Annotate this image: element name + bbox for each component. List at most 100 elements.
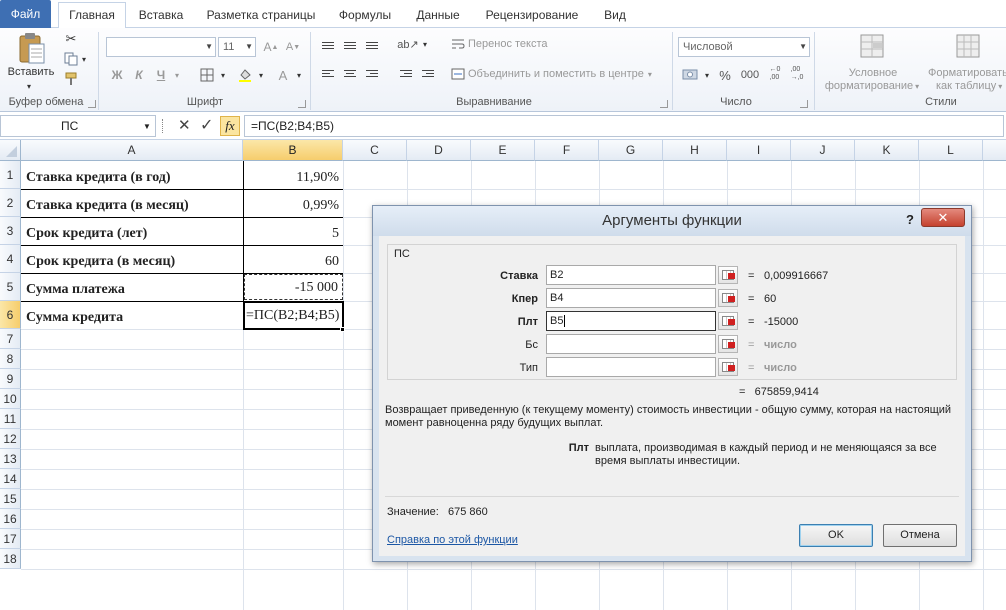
- row-header-4[interactable]: 4: [0, 245, 21, 273]
- dialog-help-button[interactable]: ?: [901, 210, 919, 230]
- row-header-10[interactable]: 10: [0, 389, 21, 409]
- row-header-7[interactable]: 7: [0, 329, 21, 349]
- align-middle-icon[interactable]: [342, 38, 358, 52]
- enter-entry-icon[interactable]: ✓: [200, 115, 213, 135]
- shrink-font-icon[interactable]: A ▼: [284, 38, 302, 56]
- tab-data[interactable]: Данные: [405, 4, 471, 28]
- row-header-18[interactable]: 18: [0, 549, 21, 569]
- column-header-k[interactable]: K: [855, 140, 919, 161]
- collapse-dialog-icon[interactable]: [718, 289, 738, 307]
- cut-icon[interactable]: ✂: [62, 30, 80, 48]
- format-painter-icon[interactable]: [62, 70, 80, 88]
- ok-button[interactable]: OK: [799, 524, 873, 547]
- column-header-g[interactable]: G: [599, 140, 663, 161]
- align-right-icon[interactable]: [364, 66, 380, 80]
- wrap-text-button[interactable]: Перенос текста: [468, 36, 554, 52]
- tab-view[interactable]: Вид: [595, 4, 635, 28]
- row-header-1[interactable]: 1: [0, 161, 21, 189]
- column-header-partial[interactable]: [983, 140, 1006, 161]
- align-left-icon[interactable]: [320, 66, 336, 80]
- align-center-icon[interactable]: [342, 66, 358, 80]
- wrap-text-icon[interactable]: [450, 36, 466, 52]
- row-header-11[interactable]: 11: [0, 409, 21, 429]
- clipboard-launcher-icon[interactable]: [88, 100, 96, 108]
- cell-a2[interactable]: Ставка кредита (в месяц): [22, 196, 242, 216]
- arg-input-pmt[interactable]: B5: [546, 311, 716, 331]
- arg-input-nper[interactable]: B4: [546, 288, 716, 308]
- tab-formulas[interactable]: Формулы: [330, 4, 400, 28]
- collapse-dialog-icon[interactable]: [718, 312, 738, 330]
- arg-input-rate[interactable]: B2: [546, 265, 716, 285]
- number-format-combo[interactable]: Числовой ▼: [678, 37, 810, 57]
- tab-insert[interactable]: Вставка: [132, 4, 190, 28]
- underline-dropdown-icon[interactable]: ▾: [172, 66, 182, 84]
- number-launcher-icon[interactable]: [800, 100, 808, 108]
- font-launcher-icon[interactable]: [298, 100, 306, 108]
- row-header-9[interactable]: 9: [0, 369, 21, 389]
- row-header-13[interactable]: 13: [0, 449, 21, 469]
- tab-review[interactable]: Рецензирование: [476, 4, 588, 28]
- collapse-dialog-icon[interactable]: [718, 335, 738, 353]
- font-name-dropdown-icon[interactable]: ▼: [205, 38, 213, 56]
- orientation-icon[interactable]: ab↗: [397, 36, 418, 52]
- cancel-button[interactable]: Отмена: [883, 524, 957, 547]
- collapse-dialog-icon[interactable]: [718, 358, 738, 376]
- cell-b4[interactable]: 60: [244, 252, 343, 272]
- column-header-d[interactable]: D: [407, 140, 471, 161]
- row-header-14[interactable]: 14: [0, 469, 21, 489]
- row-header-17[interactable]: 17: [0, 529, 21, 549]
- formula-input[interactable]: =ПС(B2;B4;B5): [244, 115, 1004, 137]
- cell-a3[interactable]: Срок кредита (лет): [22, 224, 242, 244]
- align-top-icon[interactable]: [320, 38, 336, 52]
- conditional-formatting-icon[interactable]: [858, 32, 888, 62]
- row-header-16[interactable]: 16: [0, 509, 21, 529]
- column-header-e[interactable]: E: [471, 140, 535, 161]
- column-header-h[interactable]: H: [663, 140, 727, 161]
- cell-b6-active[interactable]: =ПС(B2;B4;B5): [243, 301, 344, 330]
- column-header-l[interactable]: L: [919, 140, 983, 161]
- currency-format-icon[interactable]: [680, 66, 702, 84]
- percent-style-icon[interactable]: %: [716, 66, 734, 84]
- number-format-dropdown-icon[interactable]: ▼: [799, 38, 807, 56]
- copy-icon[interactable]: [62, 50, 80, 68]
- row-header-3[interactable]: 3: [0, 217, 21, 245]
- currency-dropdown-icon[interactable]: ▾: [702, 66, 712, 84]
- format-as-table-dropdown-icon[interactable]: ▾: [998, 82, 1002, 91]
- column-header-c[interactable]: C: [343, 140, 407, 161]
- collapse-dialog-icon[interactable]: [718, 266, 738, 284]
- cell-b1[interactable]: 11,90%: [244, 168, 343, 188]
- arg-input-type[interactable]: [546, 357, 716, 377]
- function-help-link[interactable]: Справка по этой функции: [387, 534, 518, 546]
- orientation-dropdown-icon[interactable]: ▾: [420, 36, 430, 52]
- column-header-i[interactable]: I: [727, 140, 791, 161]
- name-box[interactable]: ПС: [0, 115, 156, 137]
- row-header-6[interactable]: 6: [0, 301, 21, 329]
- cell-a5[interactable]: Сумма платежа: [22, 280, 242, 300]
- column-header-j[interactable]: J: [791, 140, 855, 161]
- row-header-2[interactable]: 2: [0, 189, 21, 217]
- grow-font-icon[interactable]: A ▲: [262, 38, 280, 56]
- italic-button[interactable]: К: [130, 66, 148, 84]
- underline-button[interactable]: Ч: [152, 66, 170, 84]
- bold-button[interactable]: Ж: [108, 66, 126, 84]
- fill-handle[interactable]: [340, 327, 345, 332]
- paste-dropdown-icon[interactable]: ▾: [18, 81, 40, 91]
- decrease-decimal-icon[interactable]: ,00 →,0: [788, 64, 806, 84]
- insert-function-button[interactable]: fx: [220, 116, 240, 136]
- font-size-combo[interactable]: 11 ▼: [218, 37, 256, 57]
- row-header-8[interactable]: 8: [0, 349, 21, 369]
- font-color-icon[interactable]: A: [274, 66, 292, 84]
- font-color-dropdown-icon[interactable]: ▾: [294, 66, 304, 84]
- alignment-launcher-icon[interactable]: [660, 100, 668, 108]
- row-header-5[interactable]: 5: [0, 273, 21, 301]
- cell-a4[interactable]: Срок кредита (в месяц): [22, 252, 242, 272]
- row-header-15[interactable]: 15: [0, 489, 21, 509]
- fill-color-dropdown-icon[interactable]: ▾: [256, 66, 266, 84]
- cell-b2[interactable]: 0,99%: [244, 196, 343, 216]
- merge-center-button[interactable]: Объединить и поместить в центре ▾: [468, 66, 658, 82]
- borders-icon[interactable]: [198, 66, 216, 84]
- copy-dropdown-icon[interactable]: ▾: [80, 52, 88, 66]
- tab-page-layout[interactable]: Разметка страницы: [200, 4, 322, 28]
- name-box-dropdown-icon[interactable]: ▼: [143, 122, 151, 131]
- column-header-b[interactable]: B: [243, 140, 343, 161]
